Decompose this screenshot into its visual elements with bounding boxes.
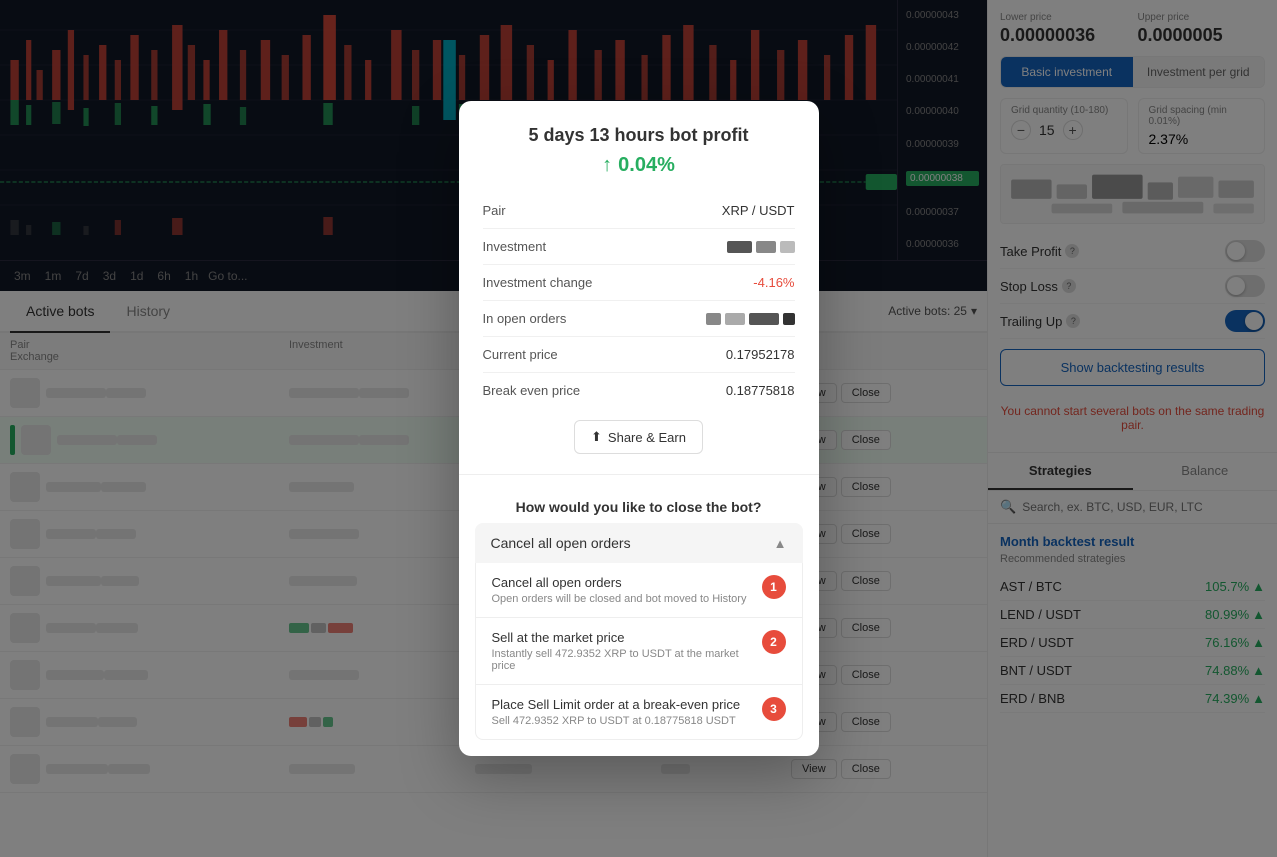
chevron-up-icon: ▲ — [774, 536, 787, 551]
option-badge-3: 3 — [762, 697, 786, 721]
modal-overlay[interactable]: 5 days 13 hours bot profit ↑ 0.04% Pair … — [0, 0, 1277, 857]
close-option-1[interactable]: Cancel all open orders Open orders will … — [475, 563, 803, 618]
share-earn-button[interactable]: ⬆ Share & Earn — [574, 420, 703, 454]
modal-row-current-price: Current price 0.17952178 — [483, 337, 795, 373]
option-badge-1: 1 — [762, 575, 786, 599]
share-icon: ⬆ — [591, 429, 602, 445]
close-question: How would you like to close the bot? — [459, 483, 819, 523]
modal-row-investment: Investment — [483, 229, 795, 265]
close-bot-modal: 5 days 13 hours bot profit ↑ 0.04% Pair … — [459, 101, 819, 756]
close-option-2[interactable]: Sell at the market price Instantly sell … — [475, 618, 803, 685]
modal-row-break-even: Break even price 0.18775818 — [483, 373, 795, 408]
modal-title: 5 days 13 hours bot profit — [483, 125, 795, 146]
modal-profit: ↑ 0.04% — [483, 154, 795, 177]
modal-row-investment-change: Investment change -4.16% — [483, 265, 795, 301]
modal-row-open-orders: In open orders — [483, 301, 795, 337]
modal-row-pair: Pair XRP / USDT — [483, 193, 795, 229]
option-badge-2: 2 — [762, 630, 786, 654]
close-option-3[interactable]: Place Sell Limit order at a break-even p… — [475, 685, 803, 740]
close-option-header[interactable]: Cancel all open orders ▲ — [475, 523, 803, 563]
